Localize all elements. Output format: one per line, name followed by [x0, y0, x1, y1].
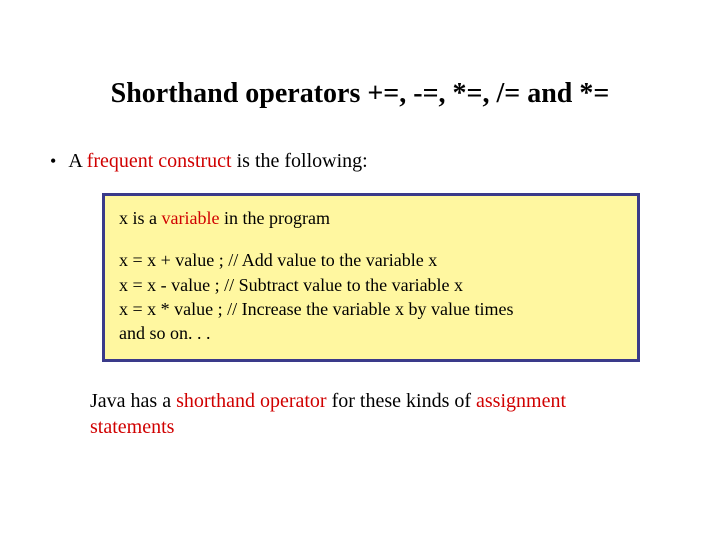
- codebox-line1-a: x is a: [119, 208, 162, 228]
- footer-text: Java has a shorthand operator for these …: [90, 388, 640, 440]
- code-box: x is a variable in the program x = x + v…: [102, 193, 640, 362]
- codebox-line-2: x = x + value ; // Add value to the vari…: [119, 248, 623, 272]
- codebox-spacer: [119, 230, 623, 248]
- slide-title: Shorthand operators +=, -=, *=, /= and *…: [40, 78, 680, 110]
- footer-a: Java has a: [90, 390, 176, 412]
- bullet-item: • A frequent construct is the following:: [50, 150, 680, 173]
- codebox-line-1: x is a variable in the program: [119, 206, 623, 230]
- bullet-suffix: is the following:: [232, 150, 368, 172]
- slide: Shorthand operators +=, -=, *=, /= and *…: [0, 0, 720, 540]
- bullet-highlight: frequent construct: [87, 150, 232, 172]
- codebox-line1-c: in the program: [219, 208, 329, 228]
- footer-c: for these kinds of: [327, 390, 476, 412]
- codebox-line-4: x = x * value ; // Increase the variable…: [119, 297, 623, 321]
- codebox-line1-b: variable: [162, 208, 220, 228]
- codebox-line-3: x = x - value ; // Subtract value to the…: [119, 273, 623, 297]
- codebox-line-5: and so on. . .: [119, 321, 623, 345]
- bullet-dot-icon: •: [50, 151, 56, 172]
- footer-b: shorthand operator: [176, 390, 327, 412]
- bullet-text: A frequent construct is the following:: [68, 150, 367, 173]
- bullet-prefix: A: [68, 150, 86, 172]
